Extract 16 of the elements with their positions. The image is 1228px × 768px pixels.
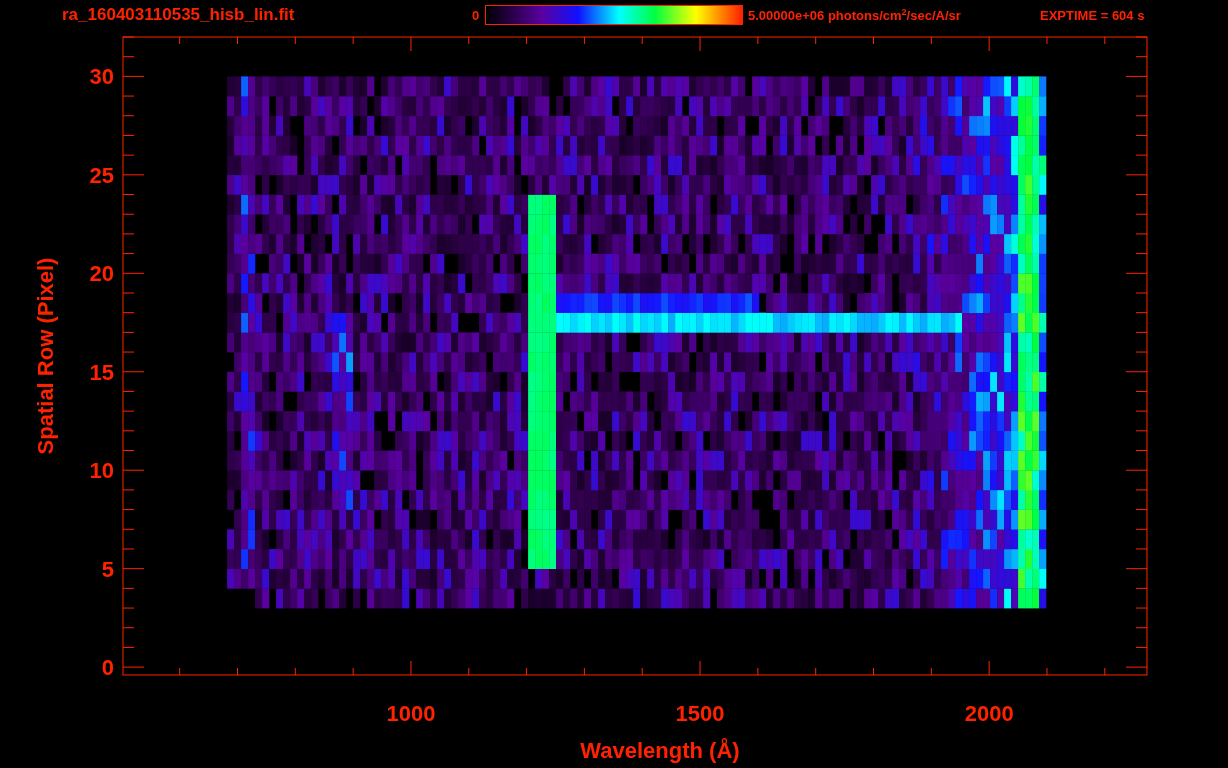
y-tick-label: 20 xyxy=(89,261,114,287)
x-tick-label: 1000 xyxy=(386,701,436,726)
y-axis-label: Spatial Row (Pixel) xyxy=(33,257,58,455)
y-tick-label: 0 xyxy=(101,655,114,681)
exposure-time-label: EXPTIME = 604 s xyxy=(1040,7,1145,23)
colorbar-min-label: 0 xyxy=(472,7,481,23)
x-axis-label: Wavelength (Å) xyxy=(580,738,740,763)
y-tick-label: 5 xyxy=(101,556,114,582)
x-tick-label: 2000 xyxy=(964,701,1014,726)
y-tick-label: 15 xyxy=(89,359,114,385)
y-tick-label: 30 xyxy=(89,64,114,90)
y-tick-label: 25 xyxy=(89,162,114,188)
y-tick-label: 10 xyxy=(89,458,114,484)
file-title: ra_160403110535_hisb_lin.fit xyxy=(62,5,296,25)
x-tick-label: 1500 xyxy=(675,701,725,726)
colorbar-max-label: 5.00000e+06 photons/cm$^{2}$/sec/A/sr xyxy=(748,6,962,24)
